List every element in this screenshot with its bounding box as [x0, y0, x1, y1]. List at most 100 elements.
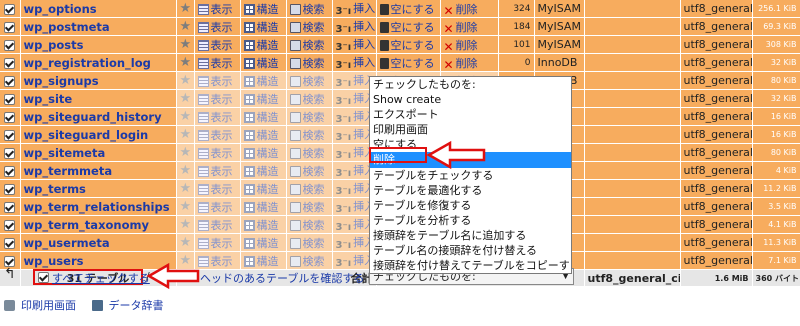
structure-link[interactable]: 構造	[240, 107, 287, 126]
table-name-link[interactable]: wp_term_taxonomy	[20, 215, 177, 234]
empty-link[interactable]: 空にする	[376, 53, 441, 72]
search-link[interactable]: 検索	[286, 71, 333, 90]
structure-link[interactable]: 構造	[240, 89, 287, 108]
row-checkbox[interactable]	[4, 21, 16, 33]
insert-link[interactable]: 3⁻ı 挿入	[332, 0, 377, 18]
dropdown-option[interactable]: Show create	[370, 92, 571, 107]
table-name-link[interactable]: wp_postmeta	[20, 17, 177, 36]
dropdown-option[interactable]: テーブルを分析する	[370, 213, 571, 228]
row-checkbox[interactable]	[4, 201, 16, 213]
row-checkbox[interactable]	[4, 129, 16, 141]
check-all-link[interactable]: すべてチェックする	[52, 270, 150, 286]
browse-link[interactable]: 表示	[194, 161, 241, 180]
insert-link[interactable]: 3⁻ı 挿入	[332, 17, 377, 36]
print-view-link[interactable]: 印刷用画面	[4, 299, 86, 312]
row-checkbox[interactable]	[4, 183, 16, 195]
structure-link[interactable]: 構造	[240, 215, 287, 234]
structure-link[interactable]: 構造	[240, 233, 287, 252]
table-name-link[interactable]: wp_posts	[20, 35, 177, 54]
row-checkbox[interactable]	[4, 237, 16, 249]
row-checkbox[interactable]	[4, 147, 16, 159]
drop-link[interactable]: ✕削除	[440, 17, 499, 36]
star-icon[interactable]: ★	[180, 91, 192, 106]
dropdown-option[interactable]: 接頭辞をテーブル名に追加する	[370, 228, 571, 243]
bulk-action-dropdown[interactable]: チェックしたものを: Show create エクスポート 印刷用画面 空にする 削除 テー…	[369, 76, 572, 275]
star-icon[interactable]: ★	[180, 109, 192, 124]
star-icon[interactable]: ★	[180, 217, 192, 232]
browse-link[interactable]: 表示	[194, 125, 241, 144]
row-checkbox[interactable]	[4, 75, 16, 87]
row-checkbox[interactable]	[4, 93, 16, 105]
table-name-link[interactable]: wp_usermeta	[20, 233, 177, 252]
star-icon[interactable]: ★	[180, 19, 192, 34]
search-link[interactable]: 検索	[286, 35, 333, 54]
browse-link[interactable]: 表示	[194, 233, 241, 252]
browse-link[interactable]: 表示	[194, 197, 241, 216]
star-icon[interactable]: ★	[180, 181, 192, 196]
table-name-link[interactable]: wp_terms	[20, 179, 177, 198]
search-link[interactable]: 検索	[286, 17, 333, 36]
search-link[interactable]: 検索	[286, 53, 333, 72]
structure-link[interactable]: 構造	[240, 179, 287, 198]
search-link[interactable]: 検索	[286, 215, 333, 234]
search-link[interactable]: 検索	[286, 197, 333, 216]
empty-link[interactable]: 空にする	[376, 17, 441, 36]
insert-link[interactable]: 3⁻ı 挿入	[332, 35, 377, 54]
browse-link[interactable]: 表示	[194, 215, 241, 234]
table-name-link[interactable]: wp_termmeta	[20, 161, 177, 180]
star-icon[interactable]: ★	[180, 37, 192, 52]
row-checkbox[interactable]	[4, 219, 16, 231]
table-name-link[interactable]: wp_registration_log	[20, 53, 177, 72]
structure-link[interactable]: 構造	[240, 71, 287, 90]
star-icon[interactable]: ★	[180, 55, 192, 70]
search-link[interactable]: 検索	[286, 0, 333, 18]
browse-link[interactable]: 表示	[194, 53, 241, 72]
search-link[interactable]: 検索	[286, 125, 333, 144]
dropdown-option[interactable]: テーブルを最適化する	[370, 183, 571, 198]
row-checkbox[interactable]	[4, 3, 16, 15]
browse-link[interactable]: 表示	[194, 17, 241, 36]
table-name-link[interactable]: wp_site	[20, 89, 177, 108]
table-name-link[interactable]: wp_siteguard_history	[20, 107, 177, 126]
star-icon[interactable]: ★	[180, 73, 192, 88]
structure-link[interactable]: 構造	[240, 53, 287, 72]
table-name-link[interactable]: wp_term_relationships	[20, 197, 177, 216]
structure-link[interactable]: 構造	[240, 143, 287, 162]
row-checkbox[interactable]	[4, 57, 16, 69]
table-name-link[interactable]: wp_signups	[20, 71, 177, 90]
dropdown-option[interactable]: テーブルを修復する	[370, 198, 571, 213]
structure-link[interactable]: 構造	[240, 125, 287, 144]
structure-link[interactable]: 構造	[240, 0, 287, 18]
drop-link[interactable]: ✕削除	[440, 53, 499, 72]
browse-link[interactable]: 表示	[194, 179, 241, 198]
dropdown-option[interactable]: エクスポート	[370, 107, 571, 122]
structure-link[interactable]: 構造	[240, 35, 287, 54]
dropdown-option[interactable]: チェックしたものを:	[370, 77, 571, 92]
dropdown-option[interactable]: 印刷用画面	[370, 122, 571, 137]
browse-link[interactable]: 表示	[194, 0, 241, 18]
star-icon[interactable]: ★	[180, 199, 192, 214]
star-icon[interactable]: ★	[180, 127, 192, 142]
dropdown-option[interactable]: テーブル名の接頭辞を付け替える	[370, 243, 571, 258]
browse-link[interactable]: 表示	[194, 71, 241, 90]
search-link[interactable]: 検索	[286, 179, 333, 198]
dropdown-option[interactable]: 接頭辞を付け替えてテーブルをコピーする	[370, 258, 571, 273]
search-link[interactable]: 検索	[286, 233, 333, 252]
star-icon[interactable]: ★	[180, 163, 192, 178]
drop-link[interactable]: ✕削除	[440, 0, 499, 18]
insert-link[interactable]: 3⁻ı 挿入	[332, 53, 377, 72]
star-icon[interactable]: ★	[180, 145, 192, 160]
check-overhead-link[interactable]: ヘッドのあるテーブルを確認する	[200, 270, 364, 286]
check-all-checkbox[interactable]	[38, 272, 49, 283]
table-name-link[interactable]: wp_sitemeta	[20, 143, 177, 162]
structure-link[interactable]: 構造	[240, 17, 287, 36]
empty-link[interactable]: 空にする	[376, 0, 441, 18]
table-name-link[interactable]: wp_options	[20, 0, 177, 18]
browse-link[interactable]: 表示	[194, 89, 241, 108]
search-link[interactable]: 検索	[286, 161, 333, 180]
browse-link[interactable]: 表示	[194, 143, 241, 162]
drop-link[interactable]: ✕削除	[440, 35, 499, 54]
structure-link[interactable]: 構造	[240, 161, 287, 180]
search-link[interactable]: 検索	[286, 143, 333, 162]
search-link[interactable]: 検索	[286, 107, 333, 126]
